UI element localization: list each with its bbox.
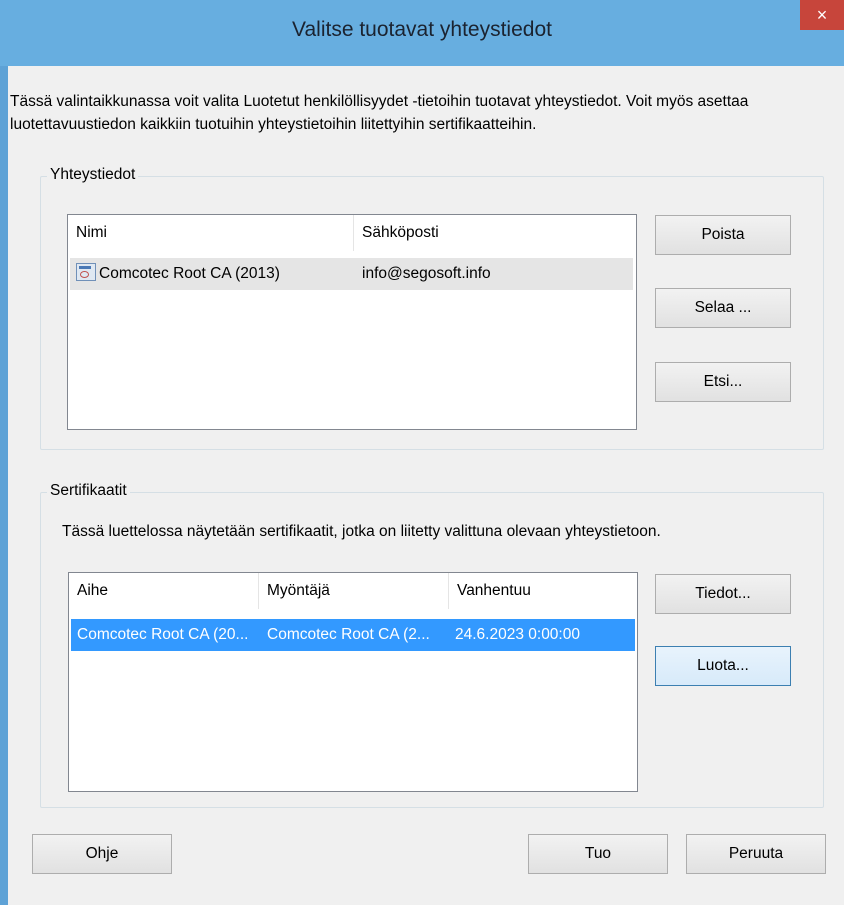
- column-header-expires[interactable]: Vanhentuu: [449, 573, 637, 609]
- column-header-email[interactable]: Sähköposti: [354, 215, 636, 251]
- certificates-list-header: Aihe Myöntäjä Vanhentuu: [69, 573, 637, 609]
- cert-expires: 24.6.2023 0:00:00: [455, 626, 580, 643]
- cancel-button[interactable]: Peruuta: [686, 834, 826, 874]
- column-header-issuer[interactable]: Myöntäjä: [259, 573, 449, 609]
- close-icon: ×: [816, 5, 828, 25]
- dialog-content: Tässä valintaikkunassa voit valita Luote…: [8, 66, 844, 905]
- browse-button[interactable]: Selaa ...: [655, 288, 791, 328]
- details-button[interactable]: Tiedot...: [655, 574, 791, 614]
- list-item[interactable]: Comcotec Root CA (2013) info@segosoft.in…: [70, 258, 633, 290]
- cert-subject: Comcotec Root CA (20...: [77, 626, 249, 643]
- contacts-group: Yhteystiedot Nimi Sähköposti Comcotec Ro…: [40, 166, 824, 450]
- contacts-group-label: Yhteystiedot: [47, 166, 139, 184]
- contacts-list[interactable]: Nimi Sähköposti Comcotec Root CA (2013) …: [67, 214, 637, 430]
- close-button[interactable]: ×: [800, 0, 844, 30]
- trust-button[interactable]: Luota...: [655, 646, 791, 686]
- certificates-description: Tässä luettelossa näytetään sertifikaati…: [62, 523, 661, 540]
- contact-email: info@segosoft.info: [362, 265, 491, 282]
- title-bar[interactable]: Valitse tuotavat yhteystiedot ×: [0, 0, 844, 66]
- dialog-title: Valitse tuotavat yhteystiedot: [292, 18, 552, 41]
- table-row[interactable]: Comcotec Root CA (20... Comcotec Root CA…: [71, 619, 635, 651]
- certificates-group: Sertifikaatit Tässä luettelossa näytetää…: [40, 482, 824, 808]
- column-header-subject[interactable]: Aihe: [69, 573, 259, 609]
- cert-issuer: Comcotec Root CA (2...: [267, 626, 430, 643]
- contacts-list-header: Nimi Sähköposti: [68, 215, 636, 251]
- certificates-group-label: Sertifikaatit: [47, 482, 130, 500]
- search-button[interactable]: Etsi...: [655, 362, 791, 402]
- column-header-name[interactable]: Nimi: [68, 215, 354, 251]
- dialog-description: Tässä valintaikkunassa voit valita Luote…: [10, 93, 749, 133]
- help-button[interactable]: Ohje: [32, 834, 172, 874]
- certificates-list[interactable]: Aihe Myöntäjä Vanhentuu Comcotec Root CA…: [68, 572, 638, 792]
- certificate-icon: [76, 263, 96, 281]
- remove-button[interactable]: Poista: [655, 215, 791, 255]
- contact-name: Comcotec Root CA (2013): [99, 265, 280, 282]
- dialog-window: Valitse tuotavat yhteystiedot × Tässä va…: [0, 0, 844, 905]
- import-button[interactable]: Tuo: [528, 834, 668, 874]
